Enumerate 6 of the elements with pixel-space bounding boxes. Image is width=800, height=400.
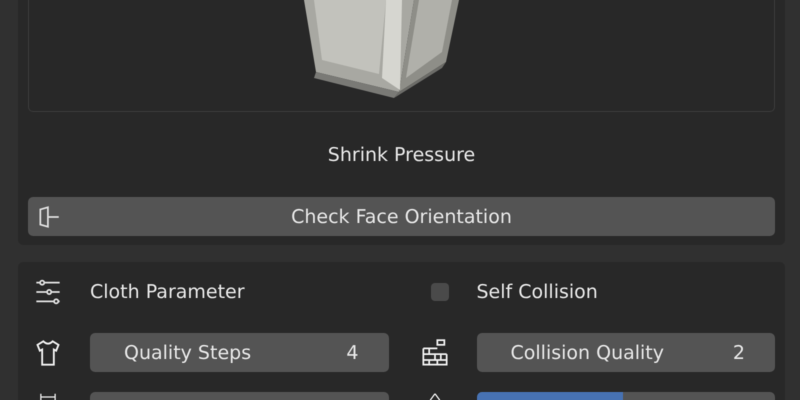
number-field[interactable]: Quality Steps 4 xyxy=(90,333,388,372)
self-collision-label: Self Collision xyxy=(476,281,598,303)
check-face-orientation-button[interactable]: Check Face Orientation xyxy=(28,197,775,236)
preview-caption: Shrink Pressure xyxy=(328,142,476,168)
cloth-parameter-label: Cloth Parameter xyxy=(90,281,245,303)
number-field[interactable]: Collision Quality 2 xyxy=(476,333,775,372)
